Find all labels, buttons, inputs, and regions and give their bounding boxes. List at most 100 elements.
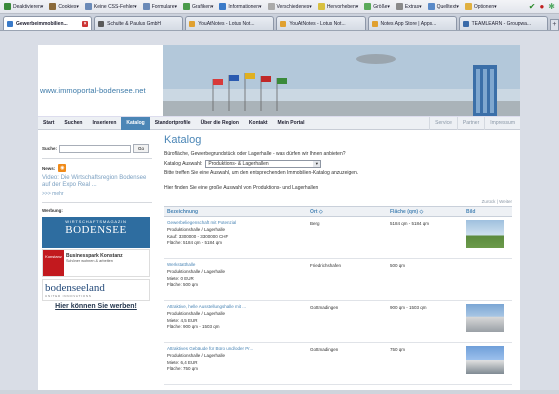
favicon-icon bbox=[371, 20, 378, 27]
chevron-down-icon[interactable]: ▼ bbox=[313, 161, 321, 167]
table-row[interactable]: Gewerbeliegenschaft mit Potenzial Produkt… bbox=[164, 217, 512, 259]
toolbar-menu-label: Quelltext▾ bbox=[436, 3, 459, 10]
nav-item[interactable]: Standortprofile bbox=[150, 117, 196, 130]
ad3-title: bodenseeland bbox=[45, 282, 105, 295]
nav-item[interactable]: Mein Portal bbox=[273, 117, 310, 130]
listing-details: Werkstatthalle Produktionshalle / Lagerha… bbox=[164, 262, 310, 297]
check-icon[interactable]: ✔ bbox=[529, 2, 536, 11]
listing-title[interactable]: Attraktives Gebäude für Büro und/oder Pr… bbox=[167, 346, 310, 353]
toolbar-menu-item[interactable]: Quelltext▾ bbox=[427, 3, 459, 10]
listing-title[interactable]: Werkstatthalle bbox=[167, 262, 310, 269]
divider bbox=[42, 202, 152, 204]
close-tab-icon[interactable]: × bbox=[82, 20, 89, 27]
listing-title[interactable]: Gewerbeliegenschaft mit Potenzial bbox=[167, 220, 310, 227]
ad-bodenseeland[interactable]: bodenseeland UNITED INNOVATIONS bbox=[42, 279, 150, 302]
table-row[interactable]: Attraktives Gebäude für Büro und/oder Pr… bbox=[164, 343, 512, 385]
pager-next[interactable]: Weiter bbox=[499, 199, 512, 204]
nav-item[interactable]: Kontakt bbox=[244, 117, 273, 130]
listing-type: Produktionshalle / Lagerhalle bbox=[167, 352, 226, 358]
results-intro: Hier finden Sie eine große Auswahl von P… bbox=[164, 185, 319, 191]
toolbar-menu-label: Größe▾ bbox=[373, 3, 390, 10]
nav-item[interactable]: Über die Region bbox=[196, 117, 244, 130]
toolbar-menu-item[interactable]: Deaktivieren▾ bbox=[4, 3, 43, 10]
listing-thumbnail[interactable] bbox=[466, 262, 504, 290]
site-logo[interactable]: www.immoportal-bodensee.net bbox=[40, 86, 146, 95]
sort-icon[interactable]: ◇ bbox=[319, 209, 323, 215]
toolbar-menu-item[interactable]: Informationen▾ bbox=[219, 3, 262, 10]
browser-tab[interactable]: YouAtNotes - Lotus Not... bbox=[185, 16, 275, 30]
menu-icon bbox=[4, 3, 11, 10]
toolbar-menu-item[interactable]: Extras▾ bbox=[395, 3, 422, 10]
zeppelin-icon bbox=[356, 54, 396, 64]
listing-details: Attraktives Gebäude für Büro und/oder Pr… bbox=[164, 346, 310, 381]
browser-tab-label: Notes App Store | Apps... bbox=[380, 20, 437, 27]
pager-prev[interactable]: Zurück bbox=[482, 199, 496, 204]
menu-icon bbox=[364, 3, 372, 10]
nav-secondary-item[interactable]: Partner bbox=[456, 116, 484, 130]
browser-tab[interactable]: TEAMLEARN - Groupwa... bbox=[458, 16, 548, 30]
listing-area: Fläche: 500 qm bbox=[167, 282, 199, 288]
nav-item[interactable]: Start bbox=[38, 117, 59, 130]
nav-secondary-item[interactable]: Impressum bbox=[484, 116, 520, 130]
browser-tab-bar: Gewerbeimmobilien... × Schulte & Paulus Gm… bbox=[0, 14, 559, 31]
toolbar-menu-item[interactable]: Größe▾ bbox=[364, 3, 390, 10]
listing-thumbnail[interactable] bbox=[466, 346, 504, 374]
column-header-place[interactable]: Ort ◇ bbox=[310, 209, 390, 215]
new-tab-button[interactable]: + bbox=[549, 19, 559, 30]
search-button[interactable]: Go bbox=[133, 144, 150, 153]
table-row[interactable]: Werkstatthalle Produktionshalle / Lagerha… bbox=[164, 259, 512, 301]
listing-title[interactable]: Attraktive, helle Ausstellungshalle mit … bbox=[167, 304, 310, 311]
sort-icon[interactable]: ◇ bbox=[419, 209, 423, 215]
listing-thumbnail[interactable] bbox=[466, 220, 504, 248]
gear-icon[interactable]: ✱ bbox=[548, 2, 555, 11]
toolbar-menu-item[interactable]: Cookies▾ bbox=[49, 3, 79, 10]
toolbar-menu-label: Informationen▾ bbox=[228, 3, 262, 10]
browser-tab[interactable]: Notes App Store | Apps... bbox=[367, 16, 457, 30]
ad3-subtitle: UNITED INNOVATIONS bbox=[45, 294, 92, 299]
nav-item[interactable]: Suchen bbox=[59, 117, 87, 130]
table-row[interactable]: Attraktive, helle Ausstellungshalle mit … bbox=[164, 301, 512, 343]
column-header-area[interactable]: Fläche (qm) ◇ bbox=[390, 209, 466, 215]
news-link[interactable]: Video: Die Wirtschaftsregion Bodensee au… bbox=[42, 175, 152, 188]
advertise-here-link[interactable]: Hier können Sie werben! bbox=[42, 303, 150, 311]
listing-type: Produktionshalle / Lagerhalle bbox=[167, 226, 226, 232]
listing-details: Gewerbeliegenschaft mit Potenzial Produkt… bbox=[164, 220, 310, 255]
toolbar-menu-item[interactable]: Formulare▾ bbox=[142, 3, 177, 10]
browser-tab[interactable]: YouAtNotes - Lotus Not... bbox=[276, 16, 366, 30]
browser-tab[interactable]: Schulte & Paulus GmbH bbox=[94, 16, 184, 30]
nav-secondary-item[interactable]: Service bbox=[429, 116, 457, 130]
listing-place: Gottmadingen bbox=[310, 305, 339, 310]
ad1-main-text: BODENSEE bbox=[65, 224, 127, 237]
listing-type: Produktionshalle / Lagerhalle bbox=[167, 310, 226, 316]
listing-area: Fläche: 5184 qm - 5184 qm bbox=[167, 240, 223, 246]
column-header-title[interactable]: Bezeichnung bbox=[164, 209, 310, 215]
nav-secondary: Service Partner Impressum bbox=[429, 116, 520, 130]
browser-tab-label: YouAtNotes - Lotus Not... bbox=[198, 20, 255, 27]
toolbar-menu-item[interactable]: Optionen▾ bbox=[464, 3, 497, 10]
main-navigation: Start Suchen Inserieren Katalog Standortprof… bbox=[38, 116, 520, 130]
toolbar-menu-label: Keine CSS-Fehler▾ bbox=[93, 3, 137, 10]
listing-place: Berg bbox=[310, 221, 320, 226]
nav-item[interactable]: Katalog bbox=[121, 116, 150, 130]
favicon-icon bbox=[189, 20, 196, 27]
toolbar-menu-item[interactable]: Grafiken▾ bbox=[183, 3, 213, 10]
catalog-table: Bezeichnung Ort ◇ Fläche (qm) ◇ Bild Gew… bbox=[164, 206, 512, 385]
nav-item[interactable]: Inserieren bbox=[87, 117, 121, 130]
browser-tab[interactable]: Gewerbeimmobilien... × bbox=[3, 16, 93, 30]
ad-businesspark[interactable]: Konstanz Businesspark Konstanz Schöner w… bbox=[42, 249, 150, 278]
rss-icon[interactable]: ◉ bbox=[58, 164, 67, 172]
toolbar-menu-item[interactable]: Keine CSS-Fehler▾ bbox=[84, 3, 137, 10]
favicon-icon bbox=[280, 20, 287, 27]
toolbar-menu-label: Hervorheben▾ bbox=[326, 3, 359, 10]
toolbar-menu-item[interactable]: Hervorheben▾ bbox=[317, 3, 359, 10]
table-header: Bezeichnung Ort ◇ Fläche (qm) ◇ Bild bbox=[164, 206, 512, 217]
search-input[interactable] bbox=[59, 144, 132, 153]
ad-wirtschaftsmagazin[interactable]: WIRTSCHAFTSMAGAZIN BODENSEE bbox=[42, 217, 150, 249]
more-link[interactable]: >>> mehr bbox=[42, 191, 152, 197]
stop-icon[interactable]: ● bbox=[539, 2, 544, 11]
toolbar-menu-item[interactable]: Verschiedenes▾ bbox=[267, 3, 312, 10]
browser-tab-label: TEAMLEARN - Groupwa... bbox=[471, 20, 532, 27]
catalog-select[interactable]: Produktions- & Lagerhallen ▼ bbox=[205, 160, 322, 168]
listing-thumbnail[interactable] bbox=[466, 304, 504, 332]
toolbar-menu-label: Cookies▾ bbox=[58, 3, 79, 10]
